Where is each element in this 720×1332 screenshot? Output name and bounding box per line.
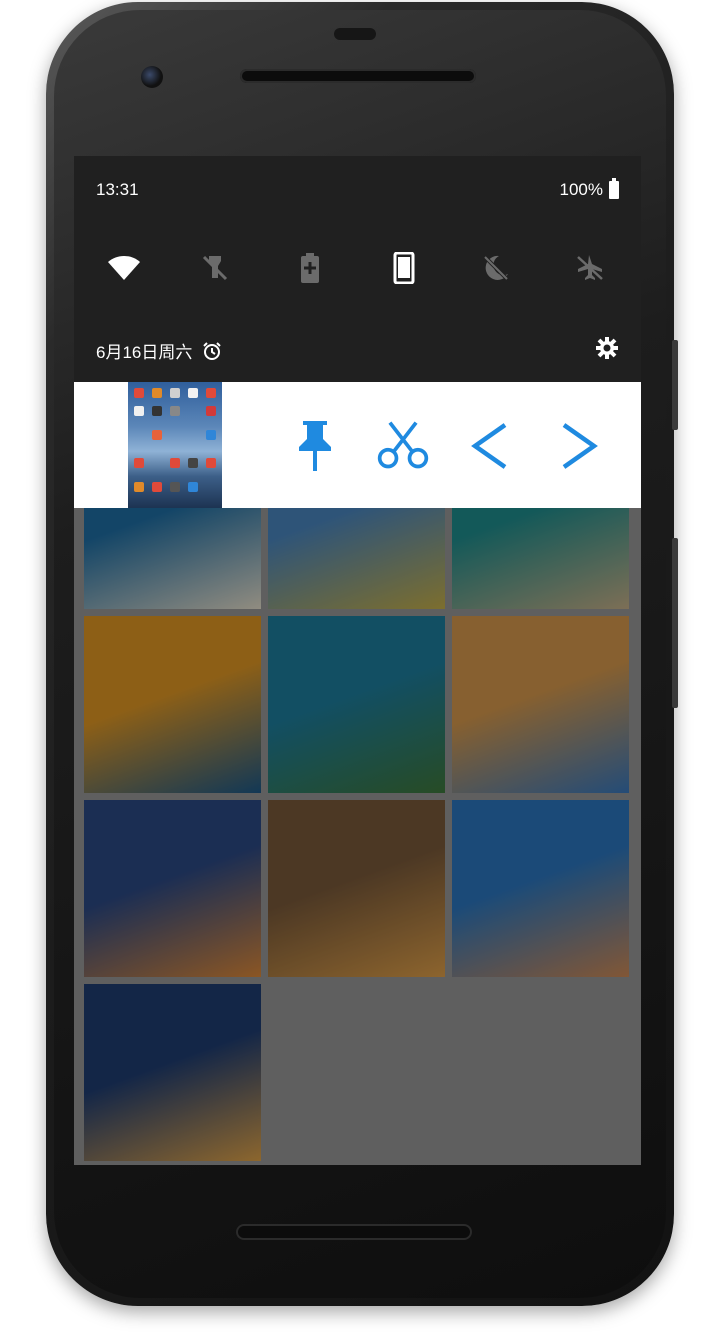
photo-desert-tree[interactable] xyxy=(452,800,629,977)
chevron-right-icon xyxy=(562,423,598,469)
screenshot-notification[interactable] xyxy=(74,382,641,508)
battery-icon xyxy=(609,178,619,199)
settings-gear-icon[interactable] xyxy=(595,336,619,365)
photo-westminster-night[interactable] xyxy=(84,984,261,1161)
earpiece-speaker xyxy=(240,69,476,83)
power-button xyxy=(672,340,678,430)
flashlight-off-icon[interactable] xyxy=(195,248,235,288)
front-sensor xyxy=(334,28,376,40)
battery-status: 100% xyxy=(559,178,619,200)
date-text: 6月16日周六 xyxy=(96,343,193,362)
chevron-left-icon xyxy=(471,423,507,469)
phone-screen-icon[interactable] xyxy=(384,248,424,288)
date-group: 6月16日周六 xyxy=(96,338,222,363)
battery-percent: 100% xyxy=(559,180,603,199)
front-camera xyxy=(141,66,163,88)
scissors-icon xyxy=(377,421,429,469)
screenshot-thumbnail[interactable] xyxy=(128,382,222,508)
wifi-icon[interactable] xyxy=(104,248,144,288)
screen: 13:31 100% 6月16日周六 xyxy=(74,156,641,1165)
status-bar: 13:31 100% xyxy=(96,178,619,204)
bottom-speaker xyxy=(236,1224,472,1240)
photo-winter-camp[interactable] xyxy=(84,800,261,977)
status-time: 13:31 xyxy=(96,180,139,199)
date-row: 6月16日周六 xyxy=(96,336,619,362)
alarm-icon xyxy=(203,341,222,360)
battery-saver-icon[interactable] xyxy=(290,248,330,288)
notification-shade: 13:31 100% 6月16日周六 xyxy=(74,156,641,382)
pin-icon xyxy=(299,421,331,471)
photo-rock-arch[interactable] xyxy=(268,800,445,977)
photo-orange-popsicles[interactable] xyxy=(84,616,261,793)
volume-button xyxy=(672,538,678,708)
photo-temple-columns[interactable] xyxy=(452,616,629,793)
previous-button[interactable] xyxy=(461,416,517,476)
quick-settings xyxy=(74,248,641,288)
pin-button[interactable] xyxy=(287,416,343,476)
night-light-off-icon[interactable] xyxy=(476,248,516,288)
airplane-mode-off-icon[interactable] xyxy=(570,248,610,288)
next-button[interactable] xyxy=(552,416,608,476)
photo-sea-cliffs[interactable] xyxy=(268,616,445,793)
scissors-button[interactable] xyxy=(375,416,431,476)
